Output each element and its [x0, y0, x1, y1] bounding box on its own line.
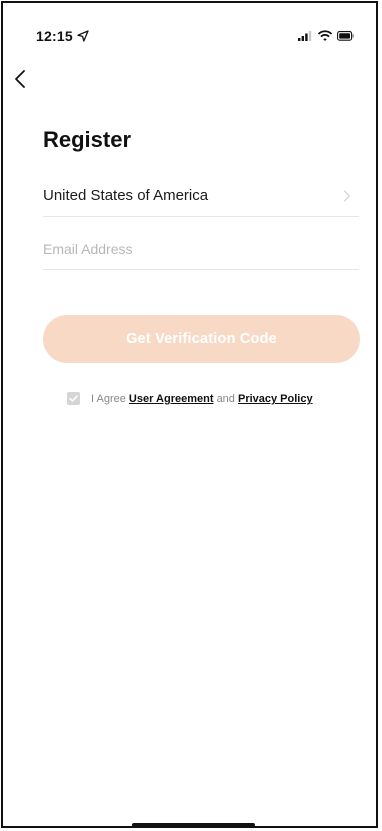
status-icons — [298, 30, 354, 41]
location-arrow-icon — [77, 30, 89, 42]
chevron-right-icon — [343, 190, 351, 202]
phone-frame: 12:15 Register United States of America … — [1, 1, 378, 828]
agree-checkbox[interactable] — [67, 392, 80, 405]
status-time: 12:15 — [36, 28, 73, 44]
signal-icon — [298, 31, 312, 41]
status-bar: 12:15 — [36, 27, 356, 45]
battery-icon — [337, 31, 354, 41]
page-title: Register — [43, 127, 132, 152]
agreement-text: I Agree User Agreement and Privacy Polic… — [91, 390, 313, 408]
back-button[interactable] — [11, 66, 35, 92]
chevron-left-icon — [15, 70, 25, 88]
home-indicator — [132, 823, 255, 827]
user-agreement-link[interactable]: User Agreement — [129, 393, 214, 405]
agreement-row: I Agree User Agreement and Privacy Polic… — [67, 390, 357, 408]
wifi-icon — [317, 30, 333, 41]
checkmark-icon — [69, 395, 78, 402]
agree-prefix: I Agree — [91, 393, 126, 405]
country-value: United States of America — [43, 187, 209, 204]
get-verification-code-button[interactable]: Get Verification Code — [43, 315, 360, 363]
country-selector[interactable]: United States of America — [43, 181, 359, 217]
privacy-policy-link[interactable]: Privacy Policy — [238, 393, 313, 405]
agree-connector: and — [216, 393, 235, 405]
email-input[interactable] — [43, 237, 359, 261]
email-field-row — [43, 234, 359, 270]
